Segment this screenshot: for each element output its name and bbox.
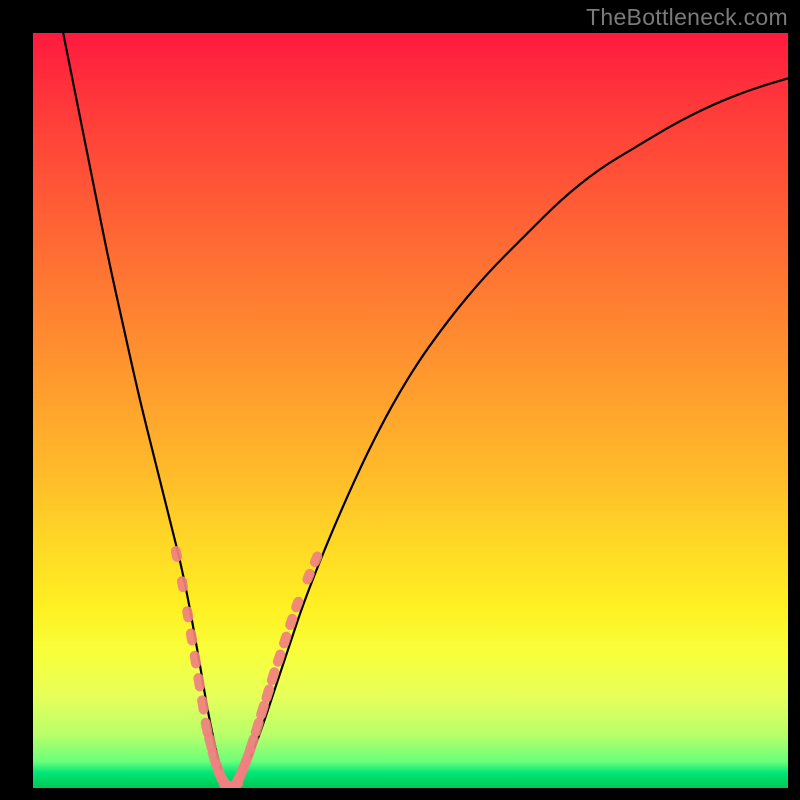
marker-group	[170, 545, 324, 788]
curve-marker	[185, 628, 198, 646]
bottleneck-curve	[63, 33, 788, 784]
watermark-text: TheBottleneck.com	[586, 4, 788, 31]
curve-marker	[193, 672, 206, 692]
plot-area	[33, 33, 788, 788]
chart-frame: TheBottleneck.com	[0, 0, 800, 800]
curve-marker	[308, 550, 324, 569]
curve-layer	[33, 33, 788, 788]
curve-marker	[290, 595, 305, 614]
curve-marker	[189, 650, 202, 669]
curve-marker	[278, 630, 293, 649]
curve-marker	[170, 545, 183, 563]
curve-marker	[301, 567, 316, 586]
curve-marker	[181, 605, 194, 623]
curve-path	[63, 33, 788, 784]
curve-marker	[196, 695, 209, 716]
curve-marker	[284, 612, 299, 631]
